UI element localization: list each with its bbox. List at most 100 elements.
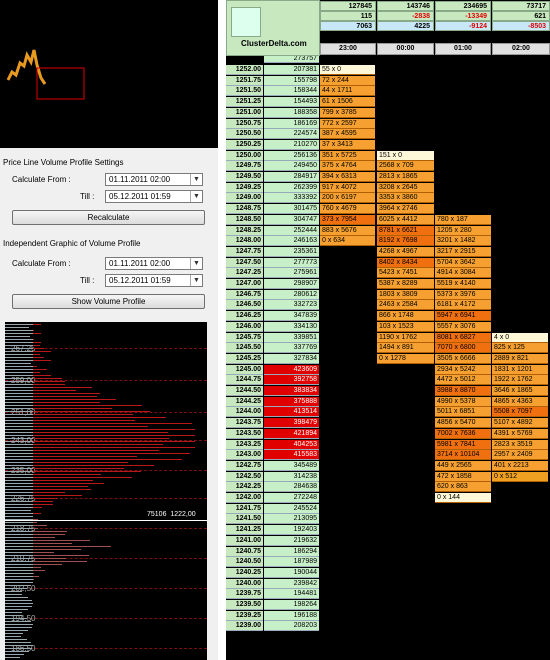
price-cell: 1246.75	[226, 289, 263, 300]
cluster-cell[interactable]: 4914 x 3084	[435, 268, 491, 279]
cluster-cell[interactable]: 2813 x 1865	[377, 172, 434, 182]
cluster-cell[interactable]: 351 x 5725	[320, 150, 375, 161]
chevron-down-icon[interactable]: ▼	[190, 275, 202, 286]
cluster-cell[interactable]: 4 x 0	[492, 332, 548, 343]
cluster-cell[interactable]: 151 x 0	[377, 150, 434, 161]
cluster-cell[interactable]: 3201 x 1482	[435, 236, 491, 247]
cluster-cell[interactable]: 799 x 3785	[320, 107, 375, 118]
price-cell: 1243.00	[226, 450, 263, 461]
cluster-cell[interactable]: 3714 x 10104	[435, 450, 491, 461]
profile-bar-base	[5, 336, 30, 337]
profile-bar-base	[5, 579, 33, 580]
left-panel: Price Line Volume Profile Settings Calcu…	[0, 0, 218, 660]
cluster-cell[interactable]: 2934 x 5242	[435, 364, 491, 375]
chevron-down-icon[interactable]: ▼	[190, 258, 202, 269]
cluster-cell[interactable]: 0 x 634	[320, 236, 375, 247]
cluster-grid[interactable]: ClusterDelta.com 127845 143746 234695 73717…	[226, 0, 550, 660]
indep-calc-from-picker[interactable]: 01.11.2011 02:00 ▼	[105, 257, 203, 270]
cluster-cell[interactable]: 0 x 1278	[377, 353, 434, 364]
minimap-chart[interactable]	[0, 0, 218, 148]
cluster-cell[interactable]: 0 x 144	[435, 493, 491, 503]
volume-cell: 186169	[264, 118, 319, 129]
cluster-cell[interactable]: 0 x 512	[492, 471, 548, 482]
cluster-cell[interactable]: 200 x 6197	[320, 193, 375, 204]
cluster-cell[interactable]: 1205 x 280	[435, 225, 491, 236]
cluster-cell[interactable]: 2463 x 2584	[377, 300, 434, 311]
chevron-down-icon[interactable]: ▼	[190, 174, 202, 185]
cluster-cell[interactable]: 61 x 1506	[320, 97, 375, 108]
volume-cell: 413514	[264, 407, 319, 418]
cluster-cell[interactable]: 6025 x 4412	[377, 214, 434, 225]
cluster-cell[interactable]: 37 x 3413	[320, 139, 375, 150]
cluster-cell[interactable]: 825 x 125	[492, 343, 548, 354]
cluster-cell[interactable]: 2823 x 3519	[492, 439, 548, 450]
cluster-cell[interactable]: 8081 x 6827	[435, 332, 491, 343]
cluster-cell[interactable]: 5947 x 6941	[435, 311, 491, 322]
cluster-cell[interactable]: 44 x 1711	[320, 86, 375, 97]
profile-bar-base	[5, 372, 33, 373]
cluster-cell[interactable]: 5704 x 3642	[435, 257, 491, 268]
cluster-cell[interactable]: 394 x 6313	[320, 172, 375, 182]
cluster-cell[interactable]: 5557 x 3076	[435, 321, 491, 332]
chevron-down-icon[interactable]: ▼	[190, 191, 202, 202]
cluster-cell[interactable]: 8781 x 6621	[377, 225, 434, 236]
cluster-cell[interactable]: 5387 x 8289	[377, 279, 434, 289]
cluster-cell[interactable]: 1803 x 3809	[377, 289, 434, 300]
cluster-cell[interactable]: 1494 x 891	[377, 343, 434, 354]
cluster-cell[interactable]: 3217 x 2915	[435, 246, 491, 257]
cluster-cell[interactable]: 760 x 4679	[320, 204, 375, 215]
cluster-cell[interactable]: 866 x 1748	[377, 311, 434, 322]
cluster-cell[interactable]: 5011 x 6851	[435, 407, 491, 418]
cluster-cell[interactable]: 4856 x 5470	[435, 418, 491, 429]
cluster-cell[interactable]: 3353 x 3860	[377, 193, 434, 204]
cluster-cell[interactable]: 5107 x 4892	[492, 418, 548, 429]
show-volume-profile-button[interactable]: Show Volume Profile	[12, 294, 205, 309]
cluster-cell[interactable]: 3988 x 8870	[435, 386, 491, 396]
profile-bar-base	[5, 576, 33, 577]
cluster-cell[interactable]: 1922 x 1762	[492, 375, 548, 386]
cluster-cell[interactable]: 4391 x 5769	[492, 428, 548, 439]
cluster-cell[interactable]: 7002 x 7636	[435, 428, 491, 439]
cluster-cell[interactable]: 917 x 4072	[320, 182, 375, 193]
cluster-cell[interactable]: 401 x 2213	[492, 460, 548, 471]
cluster-cell[interactable]: 472 x 1858	[435, 471, 491, 482]
till-picker[interactable]: 05.12.2011 01:59 ▼	[105, 190, 203, 203]
cluster-cell[interactable]: 103 x 1523	[377, 321, 434, 332]
cluster-cell[interactable]: 772 x 2597	[320, 118, 375, 129]
cluster-cell[interactable]: 3208 x 2645	[377, 182, 434, 193]
cluster-cell[interactable]: 449 x 2565	[435, 460, 491, 471]
cluster-cell[interactable]: 375 x 4764	[320, 161, 375, 172]
cluster-cell[interactable]: 883 x 5676	[320, 225, 375, 236]
cluster-cell[interactable]: 387 x 4595	[320, 129, 375, 140]
cluster-cell[interactable]: 5423 x 7451	[377, 268, 434, 279]
cluster-cell[interactable]: 3505 x 6666	[435, 353, 491, 364]
cluster-cell[interactable]: 4865 x 4363	[492, 396, 548, 407]
cluster-cell[interactable]: 72 x 244	[320, 75, 375, 86]
cluster-cell[interactable]: 1831 x 1201	[492, 364, 548, 375]
cluster-cell[interactable]: 55 x 0	[320, 65, 375, 75]
cluster-cell[interactable]: 8402 x 8434	[377, 257, 434, 268]
cluster-cell[interactable]: 620 x 863	[435, 482, 491, 493]
cluster-cell[interactable]: 5519 x 4140	[435, 279, 491, 289]
cluster-cell[interactable]: 4472 x 5012	[435, 375, 491, 386]
cluster-cell[interactable]: 8192 x 7698	[377, 236, 434, 247]
indep-till-picker[interactable]: 05.12.2011 01:59 ▼	[105, 274, 203, 287]
calc-from-picker[interactable]: 01.11.2011 02:00 ▼	[105, 173, 203, 186]
cluster-cell[interactable]: 6181 x 4172	[435, 300, 491, 311]
cluster-cell[interactable]: 2568 x 709	[377, 161, 434, 172]
cluster-cell[interactable]: 4268 x 4967	[377, 246, 434, 257]
cluster-cell[interactable]: 373 x 7954	[320, 214, 375, 225]
cluster-cell[interactable]: 7070 x 6800	[435, 343, 491, 354]
cluster-cell[interactable]: 780 x 187	[435, 214, 491, 225]
cluster-cell[interactable]: 5373 x 3976	[435, 289, 491, 300]
recalculate-button[interactable]: Recalculate	[12, 210, 205, 225]
cluster-cell[interactable]: 1190 x 1762	[377, 332, 434, 343]
cluster-cell[interactable]: 5981 x 7841	[435, 439, 491, 450]
cluster-cell[interactable]: 3964 x 2746	[377, 204, 434, 215]
cluster-cell[interactable]: 5508 x 7097	[492, 407, 548, 418]
cluster-cell[interactable]: 4990 x 5378	[435, 396, 491, 407]
cluster-cell[interactable]: 2957 x 2409	[492, 450, 548, 461]
cluster-cell[interactable]: 2889 x 821	[492, 353, 548, 364]
cluster-cell[interactable]: 3646 x 1865	[492, 386, 548, 396]
volume-cell: 327834	[264, 353, 319, 364]
